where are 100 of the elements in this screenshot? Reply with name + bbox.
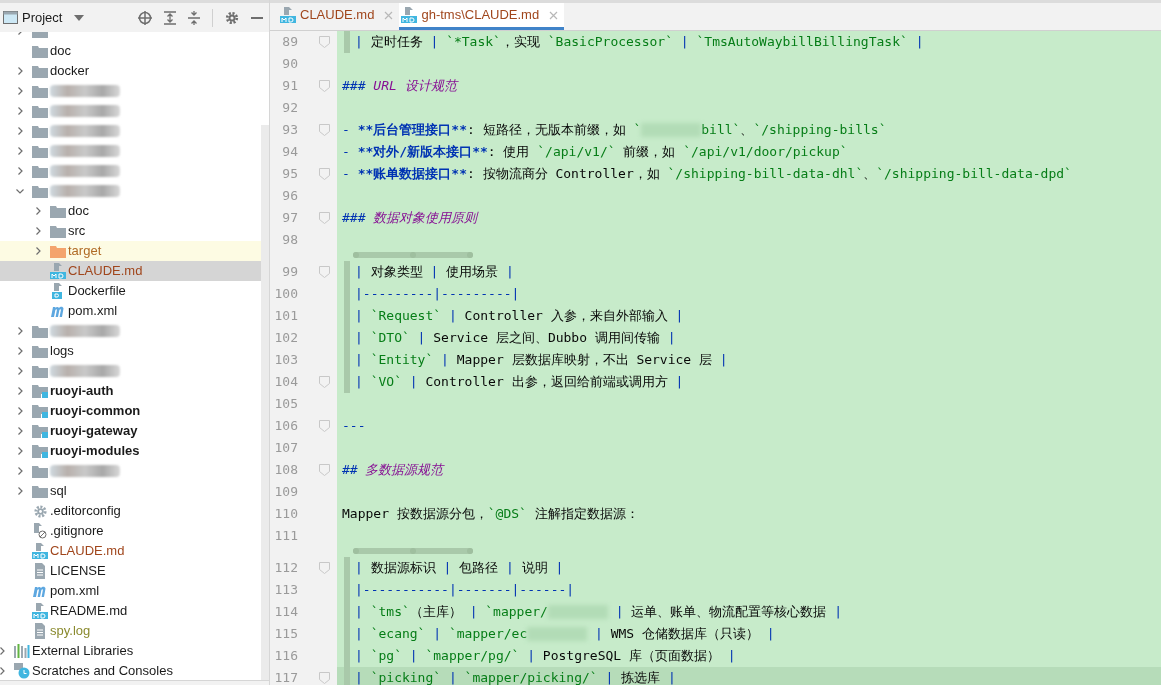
- blurred-label: [50, 165, 120, 177]
- fold-marker-icon[interactable]: [319, 124, 330, 136]
- tree-row[interactable]: sql: [0, 481, 261, 501]
- code-line: - **后台管理接口**: 短路径，无版本前缀，如 ` bill`、`/shipping-bills`: [342, 121, 887, 139]
- tree-row[interactable]: spy.log: [0, 621, 261, 641]
- code-line: | `tms`（主库） | `mapper/ | 运单、账单、物流配置等核心数据 |: [355, 603, 843, 621]
- code-line: - **对外/新版本接口**: 使用 `/api/v1/` 前缀，如 `/api/v1/door/pickup`: [342, 143, 848, 161]
- module-folder-icon: [32, 444, 48, 458]
- tree-row[interactable]: External Libraries: [0, 641, 261, 661]
- line-number: 92: [281, 99, 298, 117]
- line-number: 102: [273, 329, 298, 347]
- code-line: | `Request` | Controller 入参，来自外部输入 |: [355, 307, 684, 325]
- tree-row[interactable]: .gitignore: [0, 521, 261, 541]
- code-line: Mapper 按数据源分包，`@DS` 注解指定数据源：: [342, 505, 639, 523]
- line-number: 100: [273, 285, 298, 303]
- editor-tab[interactable]: CLAUDE.md: [278, 3, 400, 30]
- table-handle-bar[interactable]: [353, 251, 473, 259]
- markdown-file-icon: [32, 543, 48, 559]
- tree-label: ruoyi-gateway: [50, 422, 138, 441]
- tree-label: ruoyi-auth: [50, 382, 114, 401]
- table-handle-bar[interactable]: [353, 547, 473, 555]
- module-folder-icon: [32, 424, 48, 438]
- folder-icon: [32, 324, 48, 338]
- tree-row[interactable]: LICENSE: [0, 561, 261, 581]
- module-folder-icon: [32, 384, 48, 398]
- fold-marker-icon[interactable]: [319, 672, 330, 684]
- collapse-all-icon[interactable]: [188, 10, 200, 25]
- tree-row[interactable]: ruoyi-auth: [0, 381, 261, 401]
- line-number: 101: [273, 307, 298, 325]
- tree-row[interactable]: Dockerfile: [0, 281, 261, 301]
- text-file-icon: [34, 623, 46, 639]
- panel-title[interactable]: Project: [22, 7, 63, 28]
- tree-row[interactable]: CLAUDE.md: [0, 261, 261, 281]
- fold-marker-icon[interactable]: [319, 212, 330, 224]
- tree-row[interactable]: README.md: [0, 601, 261, 621]
- line-number: 109: [273, 483, 298, 501]
- scrollbar[interactable]: [261, 125, 269, 680]
- fold-marker-icon[interactable]: [319, 464, 330, 476]
- fold-marker-icon[interactable]: [319, 80, 330, 92]
- expand-all-icon[interactable]: [164, 10, 176, 25]
- folder-icon: [32, 484, 48, 498]
- dropdown-caret-icon[interactable]: [74, 14, 85, 21]
- tree-row[interactable]: pom.xml: [0, 301, 261, 321]
- tree-label: spy.log: [50, 622, 91, 641]
- folder-icon: [32, 144, 48, 158]
- tree-row[interactable]: ruoyi-common: [0, 401, 261, 421]
- crosshair-icon[interactable]: [138, 10, 152, 25]
- tab-label: gh-tms\CLAUDE.md: [421, 6, 540, 25]
- tree-row[interactable]: CLAUDE.md: [0, 541, 261, 561]
- line-number: 108: [273, 461, 298, 479]
- tree-row[interactable]: pom.xml: [0, 581, 261, 601]
- line-number: 116: [273, 647, 298, 665]
- line-number: 117: [273, 669, 298, 685]
- line-number: 115: [273, 625, 298, 643]
- chevron-down-icon[interactable]: [15, 186, 25, 196]
- markdown-file-icon: [401, 7, 418, 23]
- tree-row[interactable]: .editorconfig: [0, 501, 261, 521]
- editor-tab[interactable]: gh-tms\CLAUDE.md: [399, 3, 565, 30]
- code-line: | `ecang` | `mapper/ec | WMS 仓储数据库（只读） |: [355, 625, 775, 643]
- code-line: |-----------|-------|------|: [355, 581, 575, 599]
- tree-row[interactable]: ruoyi-modules: [0, 441, 261, 461]
- line-number: 105: [273, 395, 298, 413]
- tree-label: CLAUDE.md: [50, 542, 125, 561]
- fold-marker-icon[interactable]: [319, 36, 330, 48]
- tree-row[interactable]: src: [0, 221, 261, 241]
- tree-label: src: [68, 222, 86, 241]
- line-number: 97: [281, 209, 298, 227]
- line-number: 103: [273, 351, 298, 369]
- tree-label: target: [68, 242, 102, 261]
- settings-icon[interactable]: [225, 10, 239, 25]
- tree-row[interactable]: target: [0, 241, 261, 261]
- minimize-icon[interactable]: [251, 16, 263, 19]
- fold-marker-icon[interactable]: [319, 168, 330, 180]
- line-number: 110: [273, 505, 298, 523]
- line-number: 89: [281, 33, 298, 51]
- code-line: ### URL 设计规范: [342, 77, 457, 95]
- fold-marker-icon[interactable]: [319, 420, 330, 432]
- markdown-file-icon: [50, 263, 66, 279]
- tree-row[interactable]: ruoyi-gateway: [0, 421, 261, 441]
- tree-label: .editorconfig: [50, 502, 121, 521]
- tree-row[interactable]: logs: [0, 341, 261, 361]
- line-number: 94: [281, 143, 298, 161]
- folder-icon: [50, 244, 66, 258]
- tree-label: External Libraries: [32, 642, 134, 661]
- fold-marker-icon[interactable]: [319, 562, 330, 574]
- line-number: 93: [281, 121, 298, 139]
- tree-row[interactable]: doc: [0, 41, 261, 61]
- line-number: 104: [273, 373, 298, 391]
- fold-marker-icon[interactable]: [319, 376, 330, 388]
- tree-row[interactable]: docker: [0, 61, 261, 81]
- tree-label: .gitignore: [50, 522, 104, 541]
- code-line: |---------|---------|: [355, 285, 520, 303]
- tree-row[interactable]: doc: [0, 201, 261, 221]
- folder-icon: [32, 464, 48, 478]
- fold-marker-icon[interactable]: [319, 266, 330, 278]
- tree-row[interactable]: Scratches and Consoles: [0, 661, 261, 680]
- folder-icon: [32, 364, 48, 378]
- tree-label: doc: [50, 42, 71, 61]
- ignored-file-icon: [32, 523, 48, 539]
- line-number: 112: [273, 559, 298, 577]
